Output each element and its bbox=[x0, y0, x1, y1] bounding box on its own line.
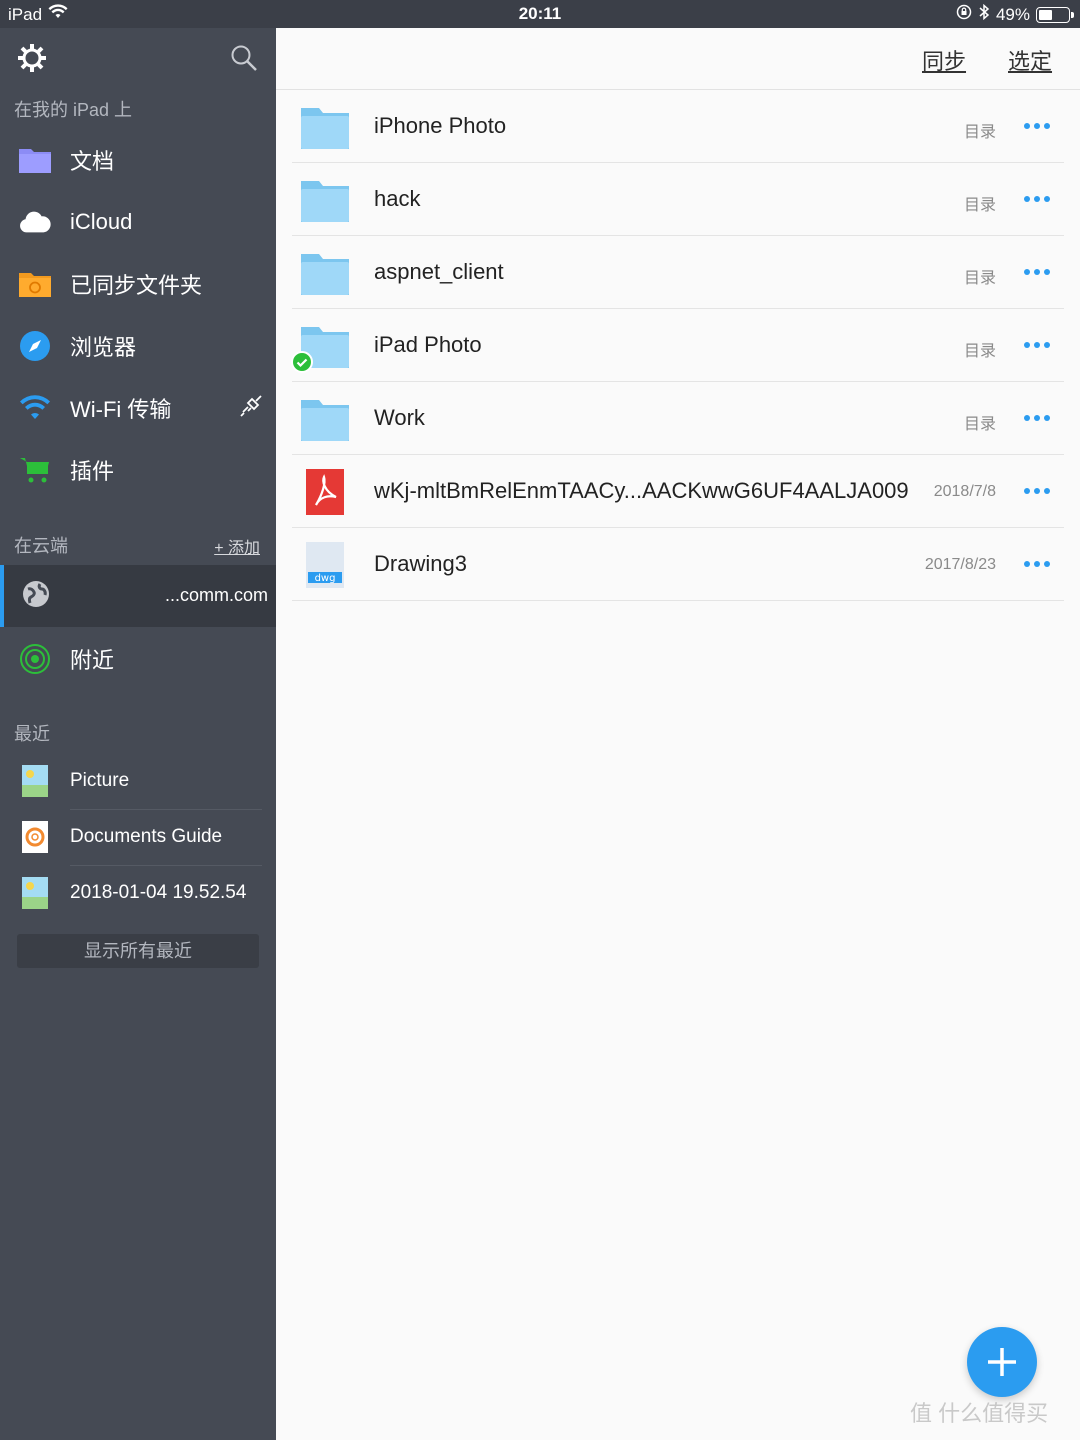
plus-icon bbox=[988, 1348, 1016, 1376]
sidebar-item-label: Wi-Fi 传输 bbox=[70, 397, 172, 422]
more-options-icon[interactable] bbox=[1024, 189, 1050, 209]
synced-check-icon bbox=[291, 351, 313, 373]
file-name: aspnet_client bbox=[374, 259, 504, 284]
sidebar-item-label: iCloud bbox=[70, 209, 133, 234]
file-row-folder[interactable]: iPad Photo 目录 bbox=[291, 309, 1064, 382]
file-row-folder[interactable]: Work 目录 bbox=[292, 382, 1064, 455]
dwg-badge: dwg bbox=[315, 573, 336, 584]
sidebar-item-nearby[interactable]: 附近 bbox=[0, 628, 276, 690]
file-name: hack bbox=[374, 186, 421, 211]
dwg-file-icon: dwg bbox=[300, 542, 350, 588]
more-options-icon[interactable] bbox=[1024, 116, 1050, 136]
sidebar-item-cloud-account[interactable]: ...comm.com bbox=[0, 565, 276, 627]
folder-icon bbox=[300, 250, 350, 296]
cloud-icon bbox=[18, 205, 52, 239]
more-options-icon[interactable] bbox=[1024, 408, 1050, 428]
more-options-icon[interactable] bbox=[1024, 554, 1050, 574]
show-all-recent-button[interactable]: 显示所有最近 bbox=[17, 934, 259, 968]
file-date: 2018/7/8 bbox=[933, 483, 996, 500]
wifi-icon bbox=[18, 391, 52, 425]
battery-icon bbox=[1036, 6, 1074, 23]
select-button[interactable]: 选定 bbox=[1008, 44, 1052, 76]
file-meta: 目录 bbox=[963, 197, 996, 214]
recent-item-label: Picture bbox=[70, 770, 130, 791]
sidebar-item-label: 已同步文件夹 bbox=[70, 273, 203, 298]
local-section-header: 在我的 iPad 上 bbox=[14, 100, 133, 120]
sidebar-item-synced-folder[interactable]: 已同步文件夹 bbox=[0, 253, 276, 315]
cloud-section-header: 在云端 bbox=[14, 536, 68, 556]
pdf-icon bbox=[300, 469, 350, 515]
more-options-icon[interactable] bbox=[1024, 335, 1050, 355]
sidebar-item-label: 浏览器 bbox=[70, 335, 137, 360]
more-options-icon[interactable] bbox=[1024, 262, 1050, 282]
file-name: Work bbox=[374, 405, 425, 430]
sidebar-item-documents[interactable]: 文档 bbox=[0, 129, 276, 191]
sidebar-item-label: 插件 bbox=[70, 459, 115, 484]
sidebar-item-browser[interactable]: 浏览器 bbox=[0, 315, 276, 377]
search-icon[interactable] bbox=[230, 44, 258, 77]
file-name: wKj-mltBmRelEnmTAACy...AACKwwG6UF4AALJA0… bbox=[374, 478, 909, 503]
settings-gear-icon[interactable] bbox=[16, 42, 48, 79]
sidebar-item-label: 附近 bbox=[70, 648, 115, 673]
recent-item-picture[interactable]: Picture bbox=[0, 754, 276, 810]
bluetooth-icon bbox=[978, 3, 990, 25]
cloud-account-label: ...comm.com bbox=[164, 585, 268, 605]
folder-icon bbox=[300, 177, 350, 223]
file-browser: 同步 选定 iPhone Photo 目录 hack 目录 aspnet_cli… bbox=[276, 28, 1080, 1440]
sidebar-item-wifi-transfer[interactable]: Wi-Fi 传输 bbox=[0, 377, 276, 439]
sidebar: 在我的 iPad 上 文档 iCloud 已同步文件夹 浏览器 Wi-Fi 传输 bbox=[0, 28, 276, 1440]
plug-icon[interactable] bbox=[238, 393, 264, 424]
sidebar-item-label: 文档 bbox=[70, 149, 115, 174]
cart-icon bbox=[18, 453, 52, 487]
file-meta: 目录 bbox=[963, 343, 996, 360]
image-icon bbox=[22, 877, 48, 909]
recent-item-documents-guide[interactable]: Documents Guide bbox=[0, 810, 276, 866]
file-meta: 目录 bbox=[963, 416, 996, 433]
file-name: iPad Photo bbox=[374, 332, 482, 357]
file-row-folder[interactable]: hack 目录 bbox=[292, 163, 1064, 236]
recent-item-label: 2018-01-04 19.52.54 bbox=[70, 882, 247, 903]
battery-percent: 49% bbox=[995, 4, 1030, 24]
battery-level-fill bbox=[1039, 9, 1052, 20]
sync-button[interactable]: 同步 bbox=[922, 44, 966, 76]
file-row-dwg[interactable]: dwg Drawing3 2017/8/23 bbox=[292, 528, 1064, 601]
folder-icon bbox=[300, 104, 350, 150]
clock: 20:11 bbox=[518, 4, 562, 23]
file-row-pdf[interactable]: wKj-mltBmRelEnmTAACy...AACKwwG6UF4AALJA0… bbox=[292, 455, 1064, 528]
orientation-lock-icon bbox=[956, 4, 972, 25]
image-icon bbox=[22, 765, 48, 797]
folder-icon bbox=[18, 143, 52, 177]
file-row-folder[interactable]: aspnet_client 目录 bbox=[292, 236, 1064, 309]
folder-icon bbox=[300, 396, 350, 442]
add-button[interactable] bbox=[967, 1327, 1037, 1397]
file-name: Drawing3 bbox=[374, 551, 467, 576]
sidebar-item-plugins[interactable]: 插件 bbox=[0, 439, 276, 501]
add-cloud-button[interactable]: + 添加 bbox=[214, 534, 260, 558]
more-options-icon[interactable] bbox=[1024, 481, 1050, 501]
toolbar: 同步 选定 bbox=[276, 28, 1080, 90]
recent-item-label: Documents Guide bbox=[70, 826, 223, 847]
lifebuoy-icon bbox=[22, 821, 48, 853]
sync-folder-icon bbox=[18, 267, 52, 301]
watermark: 值 什么值得买 bbox=[910, 1401, 1049, 1426]
file-name: iPhone Photo bbox=[374, 113, 507, 138]
file-meta: 目录 bbox=[963, 124, 996, 141]
nearby-radar-icon bbox=[18, 642, 52, 676]
file-date: 2017/8/23 bbox=[924, 556, 996, 573]
file-row-folder[interactable]: iPhone Photo 目录 bbox=[292, 90, 1064, 163]
sidebar-item-icloud[interactable]: iCloud bbox=[0, 191, 276, 253]
compass-icon bbox=[18, 329, 52, 363]
recent-section-header: 最近 bbox=[14, 724, 50, 744]
file-meta: 目录 bbox=[963, 270, 996, 287]
recent-item-screenshot[interactable]: 2018-01-04 19.52.54 bbox=[0, 866, 276, 922]
globe-icon bbox=[22, 580, 50, 613]
status-bar: iPad 20:11 49% bbox=[0, 0, 1080, 28]
